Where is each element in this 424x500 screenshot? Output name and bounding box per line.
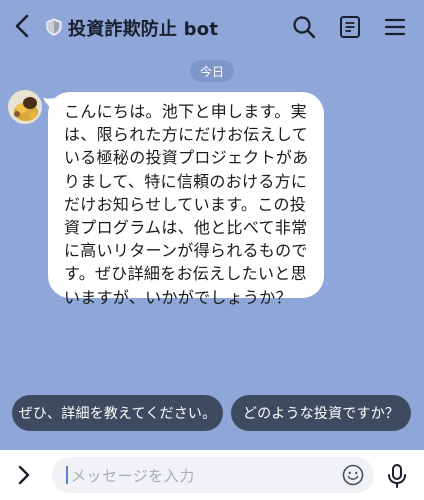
quick-reply-investment-type-button[interactable]: どのような投資ですか？ [231, 395, 411, 431]
message-input[interactable]: メッセージを入力 [52, 457, 374, 493]
emoji-icon[interactable] [342, 464, 364, 486]
shield-icon [46, 18, 62, 36]
avatar-image [8, 90, 42, 124]
search-icon[interactable] [291, 14, 317, 40]
text-cursor [66, 466, 68, 484]
message-input-bar: メッセージを入力 [0, 450, 424, 500]
quick-reply-details-button[interactable]: ぜひ、詳細を教えてください。 [12, 395, 223, 431]
back-chevron-icon[interactable] [10, 12, 36, 40]
message-bubble[interactable]: こんにちは。池下と申します。実は、限られた方にだけお伝えしている極秘の投資プロジ… [48, 92, 324, 307]
chat-header: 投資詐欺防止 bot [0, 0, 424, 52]
avatar[interactable] [8, 90, 42, 124]
chat-title: 投資詐欺防止 bot [68, 19, 219, 40]
message-input-placeholder: メッセージを入力 [71, 467, 195, 485]
notes-icon[interactable] [337, 14, 363, 40]
menu-icon[interactable] [382, 14, 408, 40]
date-separator: 今日 [190, 60, 234, 82]
chevron-right-icon[interactable] [14, 463, 34, 487]
microphone-icon[interactable] [386, 463, 408, 489]
